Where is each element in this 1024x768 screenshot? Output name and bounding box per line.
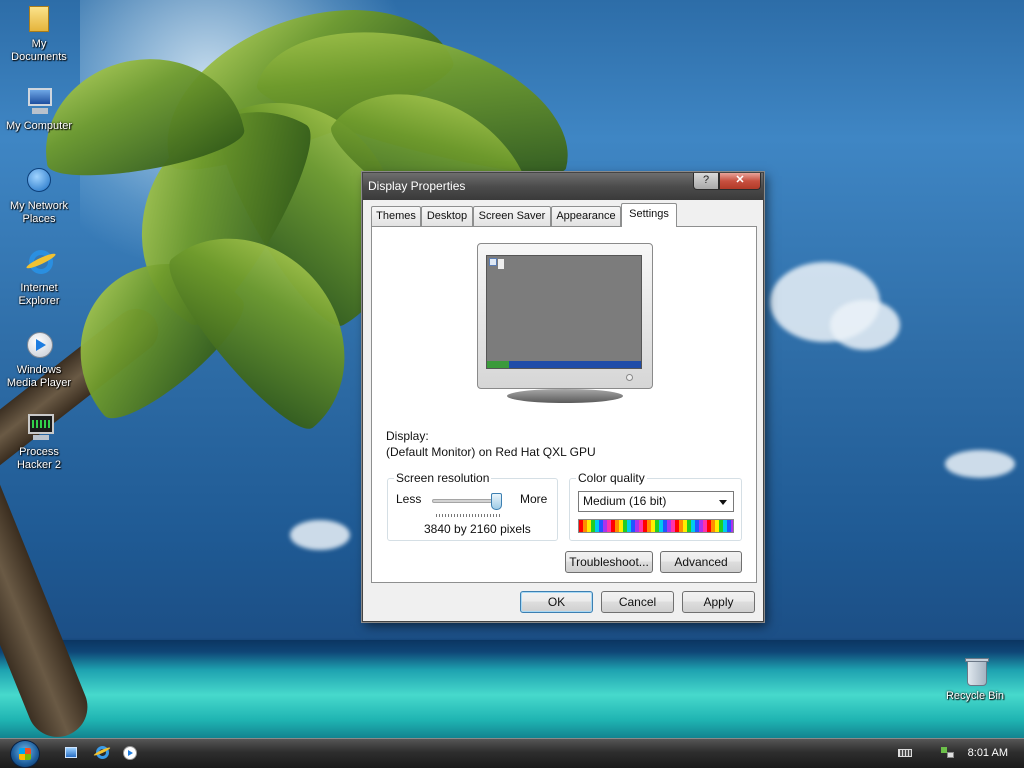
desktop-icon-label: My Network [9,200,69,212]
close-button[interactable]: ✕ [719,173,761,190]
desktop-icon-label: Places [22,213,56,225]
internet-explorer-icon[interactable] [93,744,111,762]
advanced-button[interactable]: Advanced [660,551,742,573]
desktop-icon-internet-explorer[interactable]: Internet Explorer [0,248,78,308]
desktop-icon-label: Recycle Bin [945,690,1005,702]
desktop-icon-my-network-places[interactable]: My Network Places [0,166,78,226]
desktop-icon-my-documents[interactable]: My Documents [0,4,78,64]
display-label: Display: [386,429,429,443]
computer-icon [23,86,55,118]
screen-resolution-group: Screen resolution Less More 3840 by 2160… [387,471,558,541]
desktop-icon-label: Documents [11,51,67,63]
tab-appearance[interactable]: Appearance [551,206,621,226]
tab-desktop[interactable]: Desktop [421,206,473,226]
desktop-icon-label: Media Player [6,377,72,389]
resolution-slider-ticks [436,514,500,517]
tab-themes[interactable]: Themes [371,206,421,226]
desktop-icon-label: My Computer [5,120,73,132]
settings-panel: Display: (Default Monitor) on Red Hat QX… [371,226,757,583]
desktop-icon-label: Hacker 2 [16,459,62,471]
display-properties-dialog: Display Properties ? ✕ Themes Desktop Sc… [362,172,764,622]
resolution-slider-thumb[interactable] [491,493,502,510]
display-device: (Default Monitor) on Red Hat QXL GPU [386,445,596,459]
keyboard-icon[interactable] [898,747,912,759]
tab-settings[interactable]: Settings [621,203,677,227]
internet-explorer-icon [23,248,57,280]
resolution-more-label: More [520,492,548,506]
start-orb-icon[interactable] [10,740,40,768]
help-button[interactable]: ? [693,173,719,190]
show-desktop-icon[interactable] [62,744,80,762]
resolution-slider-track[interactable] [432,499,500,503]
desktop-icon-label: My [31,38,47,50]
recycle-bin-icon [959,656,991,688]
monitor-preview [477,243,653,403]
folder-documents-icon [23,4,55,36]
process-hacker-icon [23,412,55,444]
resolution-less-label: Less [396,492,422,506]
desktop-icon-process-hacker[interactable]: Process Hacker 2 [0,412,78,472]
media-player-icon[interactable] [121,744,139,762]
network-icon[interactable] [941,747,955,759]
resolution-value: 3840 by 2160 pixels [424,522,531,536]
monitor-preview-screen [486,255,642,369]
desktop-icon-label: Internet [20,282,58,294]
apply-button[interactable]: Apply [682,591,755,613]
desktop-icon-label: Explorer [18,295,60,307]
tab-screen-saver[interactable]: Screen Saver [473,206,551,226]
desktop-icon-label: Process [19,446,59,458]
dialog-title: Display Properties [368,179,466,193]
network-places-icon [23,166,55,198]
cancel-button[interactable]: Cancel [601,591,674,613]
color-quality-caption: Color quality [576,471,647,485]
color-quality-value: Medium (16 bit) [583,494,667,508]
desktop-icon-recycle-bin[interactable]: Recycle Bin [936,656,1014,703]
ok-button[interactable]: OK [520,591,593,613]
color-spectrum-bar [578,519,734,533]
screen-resolution-caption: Screen resolution [394,471,492,485]
media-player-icon [23,330,55,362]
desktop-icon-my-computer[interactable]: My Computer [0,86,78,133]
power-led-icon [626,374,633,381]
desktop-icon-label: Windows [16,364,62,376]
dialog-titlebar[interactable]: Display Properties ? ✕ [363,173,763,200]
chevron-down-icon [719,500,727,505]
troubleshoot-button[interactable]: Troubleshoot... [565,551,653,573]
taskbar-clock[interactable]: 8:01 AM [968,747,1008,759]
color-quality-select[interactable]: Medium (16 bit) [578,491,734,512]
desktop-icon-windows-media-player[interactable]: Windows Media Player [0,330,78,390]
taskbar: 8:01 AM [0,738,1024,768]
color-quality-group: Color quality Medium (16 bit) [569,471,742,541]
